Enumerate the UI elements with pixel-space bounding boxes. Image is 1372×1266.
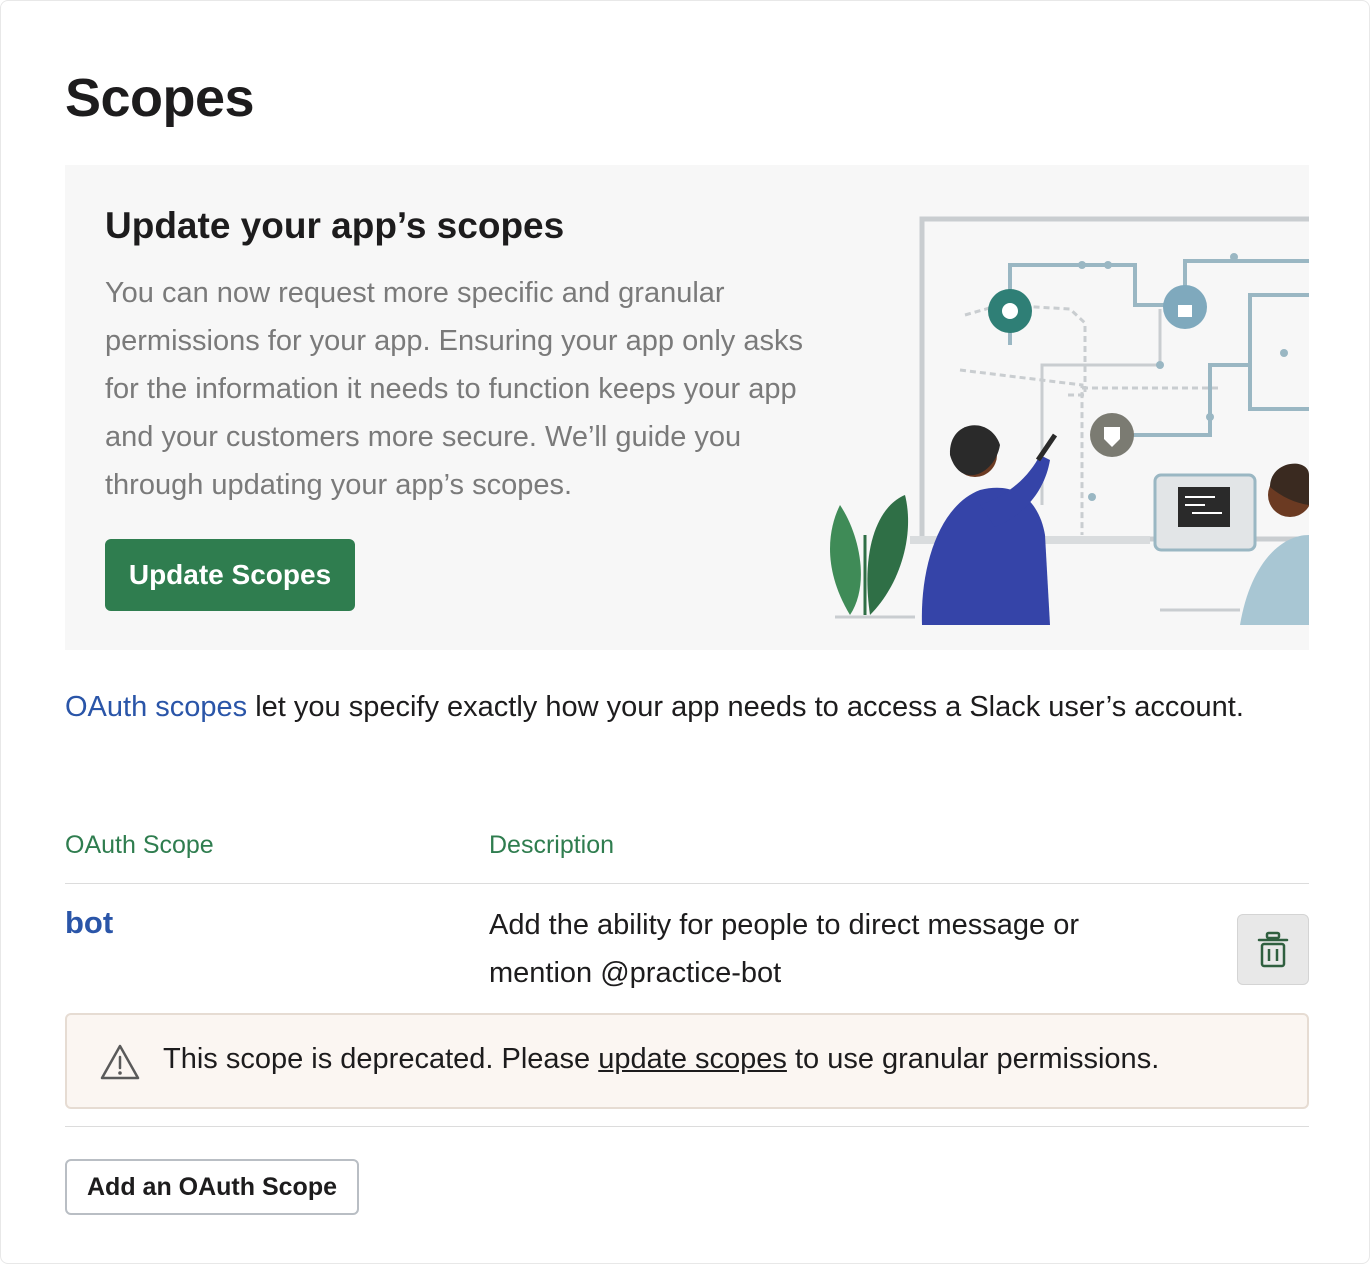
people-at-whiteboard-illustration — [830, 216, 1309, 625]
warning-text-before: This scope is deprecated. Please — [163, 1043, 599, 1075]
update-scopes-link[interactable]: update scopes — [598, 1043, 787, 1075]
scope-name: bot — [65, 905, 114, 940]
warning-triangle-icon — [100, 1044, 140, 1080]
add-oauth-scope-button[interactable]: Add an OAuth Scope — [65, 1159, 359, 1215]
warning-text-after: to use granular permissions. — [786, 1043, 1160, 1075]
banner-description: You can now request more specific and gr… — [105, 277, 803, 501]
warning-message: This scope is deprecated. Please update … — [163, 1043, 1159, 1076]
scope-description: Add the ability for people to direct mes… — [489, 909, 1079, 989]
footer-divider — [65, 1126, 1309, 1127]
scopes-page: Scopes Update your app’s scopes You can … — [0, 0, 1370, 1264]
update-scopes-button[interactable]: Update Scopes — [105, 539, 355, 611]
update-scopes-banner: Update your app’s scopes You can now req… — [65, 165, 1309, 650]
header-divider — [65, 883, 1309, 884]
delete-scope-button[interactable] — [1237, 914, 1309, 985]
oauth-scopes-link[interactable]: OAuth scopes — [65, 691, 247, 723]
deprecation-warning: This scope is deprecated. Please update … — [65, 1013, 1309, 1109]
trash-icon — [1257, 931, 1289, 967]
banner-heading: Update your app’s scopes — [105, 205, 565, 246]
column-header-description: Description — [489, 831, 615, 859]
oauth-intro-text: let you specify exactly how your app nee… — [247, 691, 1244, 723]
column-header-oauth-scope: OAuth Scope — [65, 831, 214, 859]
oauth-intro: OAuth scopes let you specify exactly how… — [65, 683, 1245, 731]
page-title: Scopes — [65, 68, 255, 128]
